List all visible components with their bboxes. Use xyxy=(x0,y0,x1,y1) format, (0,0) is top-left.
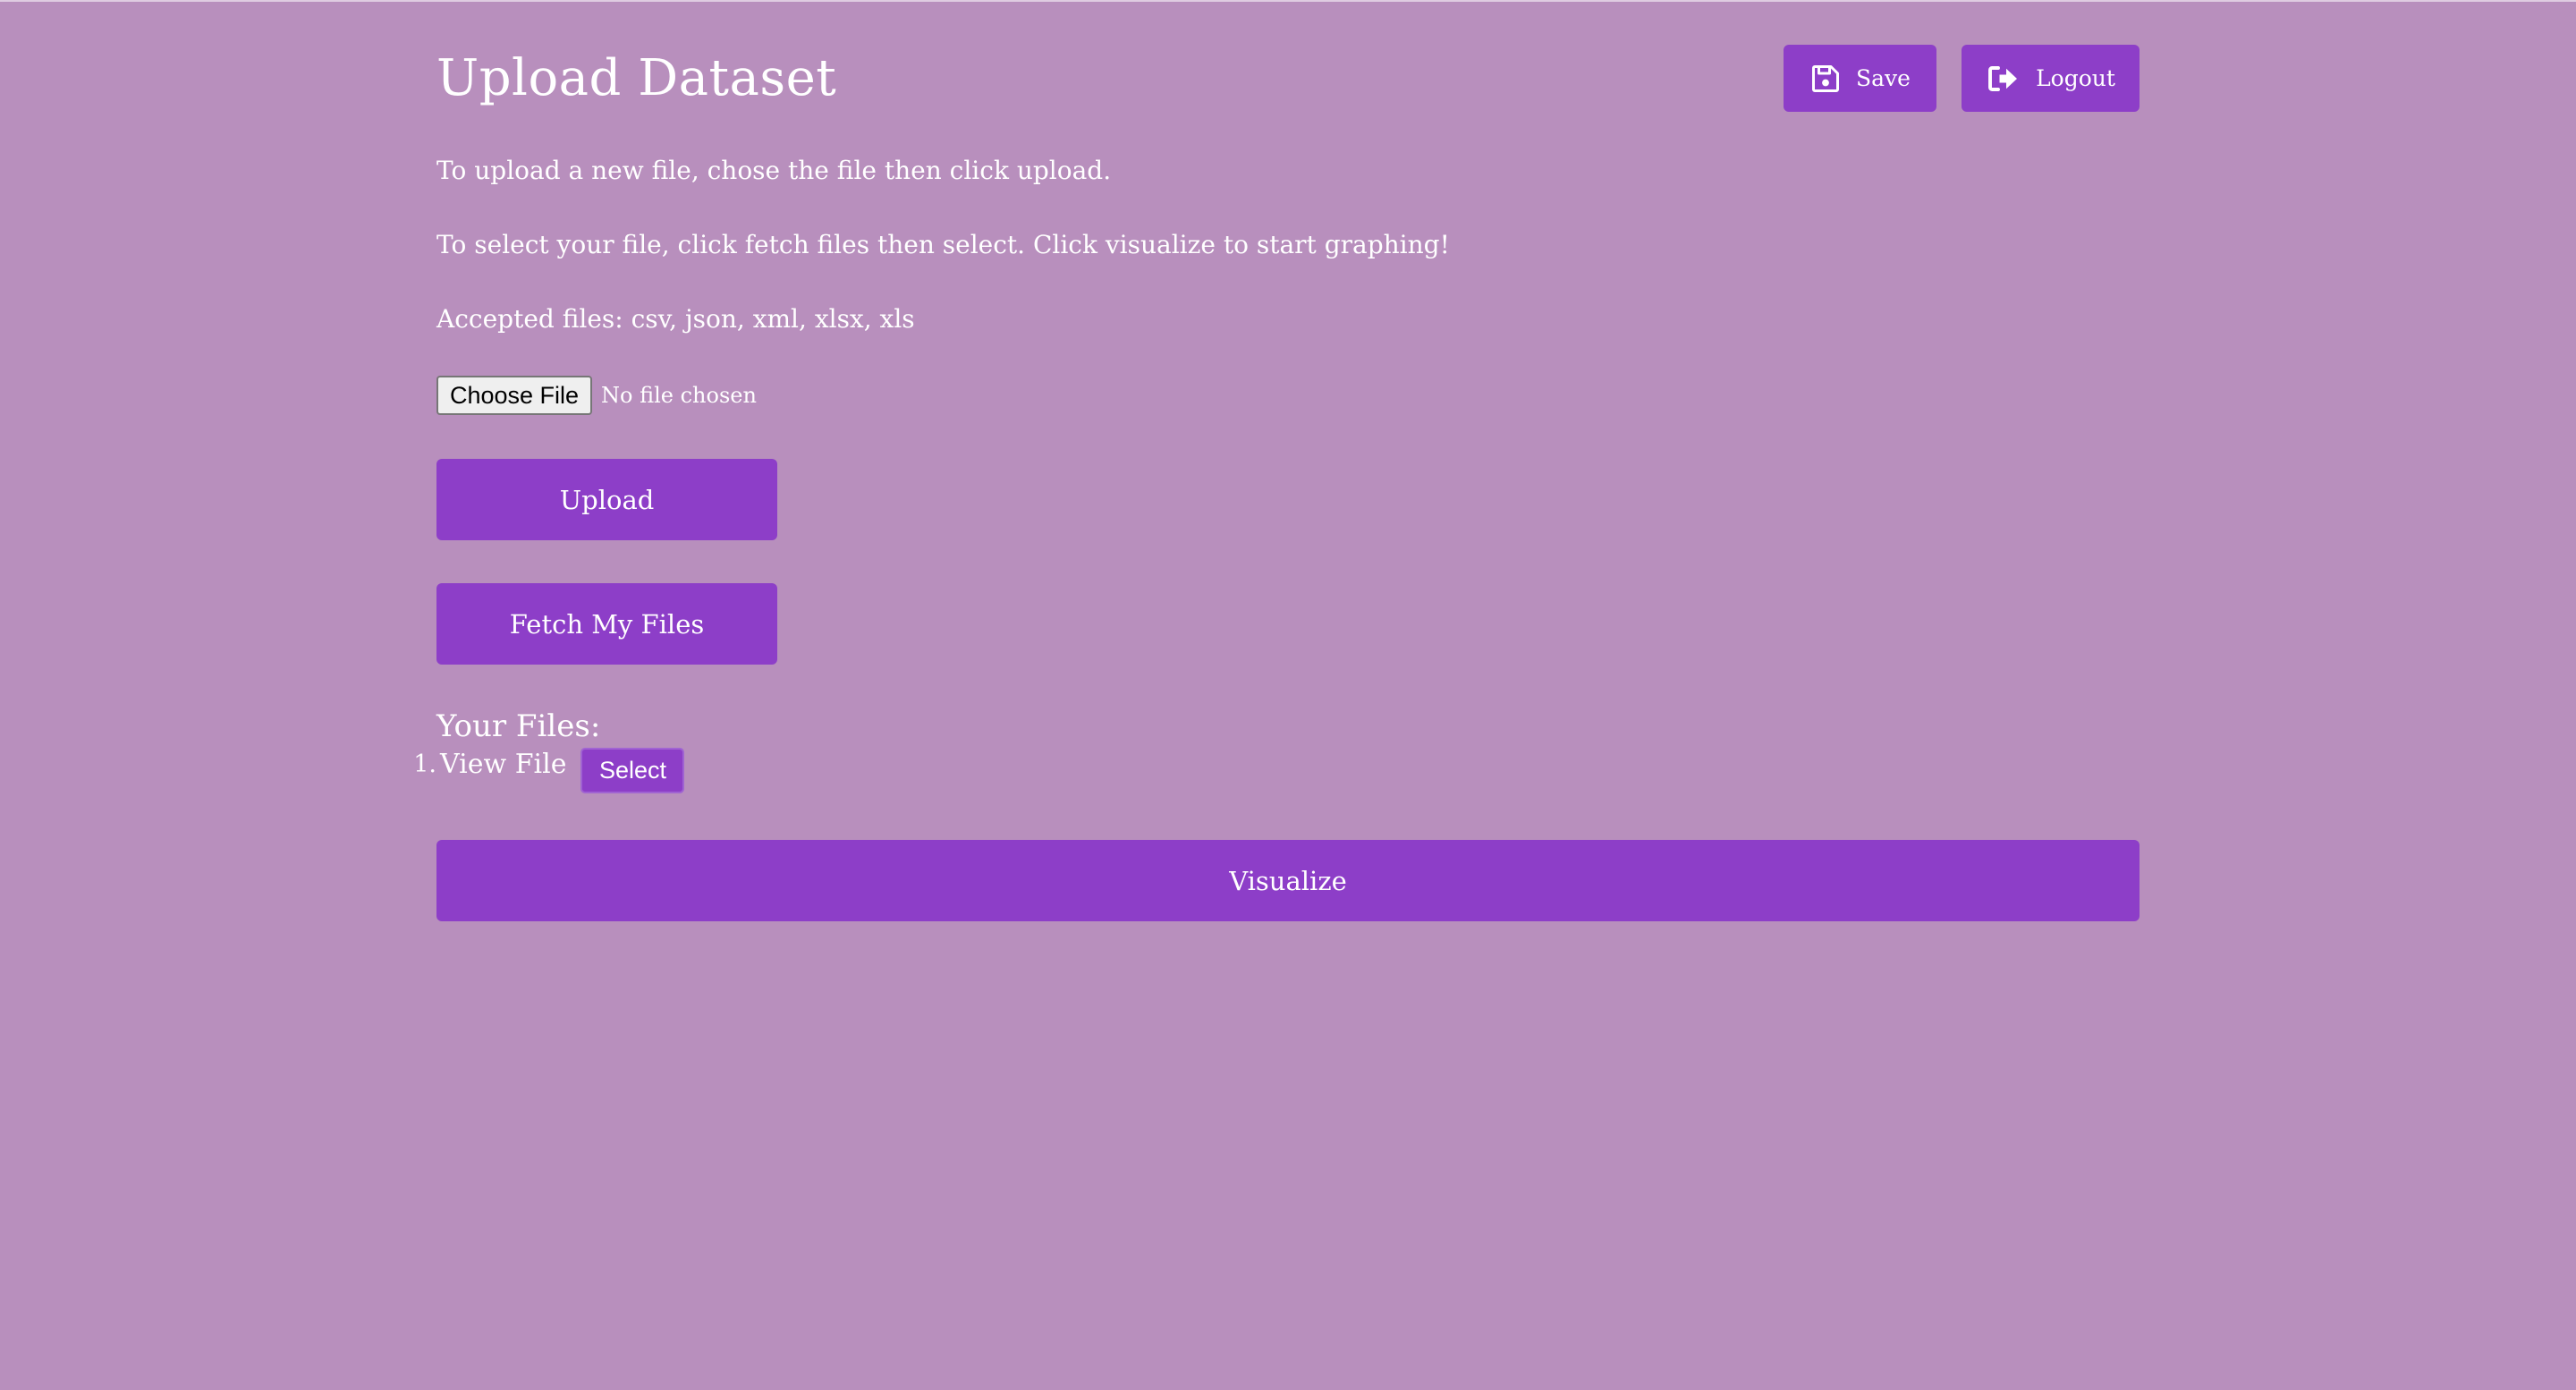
select-instructions: To select your file, click fetch files t… xyxy=(436,230,1450,259)
list-item-number: 1. xyxy=(413,750,436,778)
file-list-item: 1. View File Select xyxy=(408,748,685,794)
sign-out-icon xyxy=(1986,63,2021,95)
file-input: Choose File No file chosen xyxy=(436,376,757,415)
accepted-files-text: Accepted files: csv, json, xml, xlsx, xl… xyxy=(436,304,915,334)
fetch-files-button[interactable]: Fetch My Files xyxy=(436,583,777,665)
page-title: Upload Dataset xyxy=(436,49,837,107)
floppy-disk-icon xyxy=(1809,63,1842,95)
save-button-label: Save xyxy=(1856,65,1911,91)
visualize-button[interactable]: Visualize xyxy=(436,840,2140,921)
logout-button[interactable]: Logout xyxy=(1962,45,2140,112)
save-button[interactable]: Save xyxy=(1784,45,1936,112)
upload-instructions: To upload a new file, chose the file the… xyxy=(436,156,1112,185)
file-list: 1. View File Select xyxy=(408,748,685,794)
main-container: Upload Dataset Save Logout To upload a n… xyxy=(413,0,2140,1390)
your-files-heading: Your Files: xyxy=(436,708,601,744)
choose-file-button[interactable]: Choose File xyxy=(436,376,592,415)
upload-button[interactable]: Upload xyxy=(436,459,777,540)
view-file-link[interactable]: View File xyxy=(440,748,566,782)
file-status-text: No file chosen xyxy=(601,383,757,408)
header-actions: Save Logout xyxy=(1784,45,2140,112)
logout-button-label: Logout xyxy=(2036,65,2115,91)
select-file-button[interactable]: Select xyxy=(580,748,685,793)
